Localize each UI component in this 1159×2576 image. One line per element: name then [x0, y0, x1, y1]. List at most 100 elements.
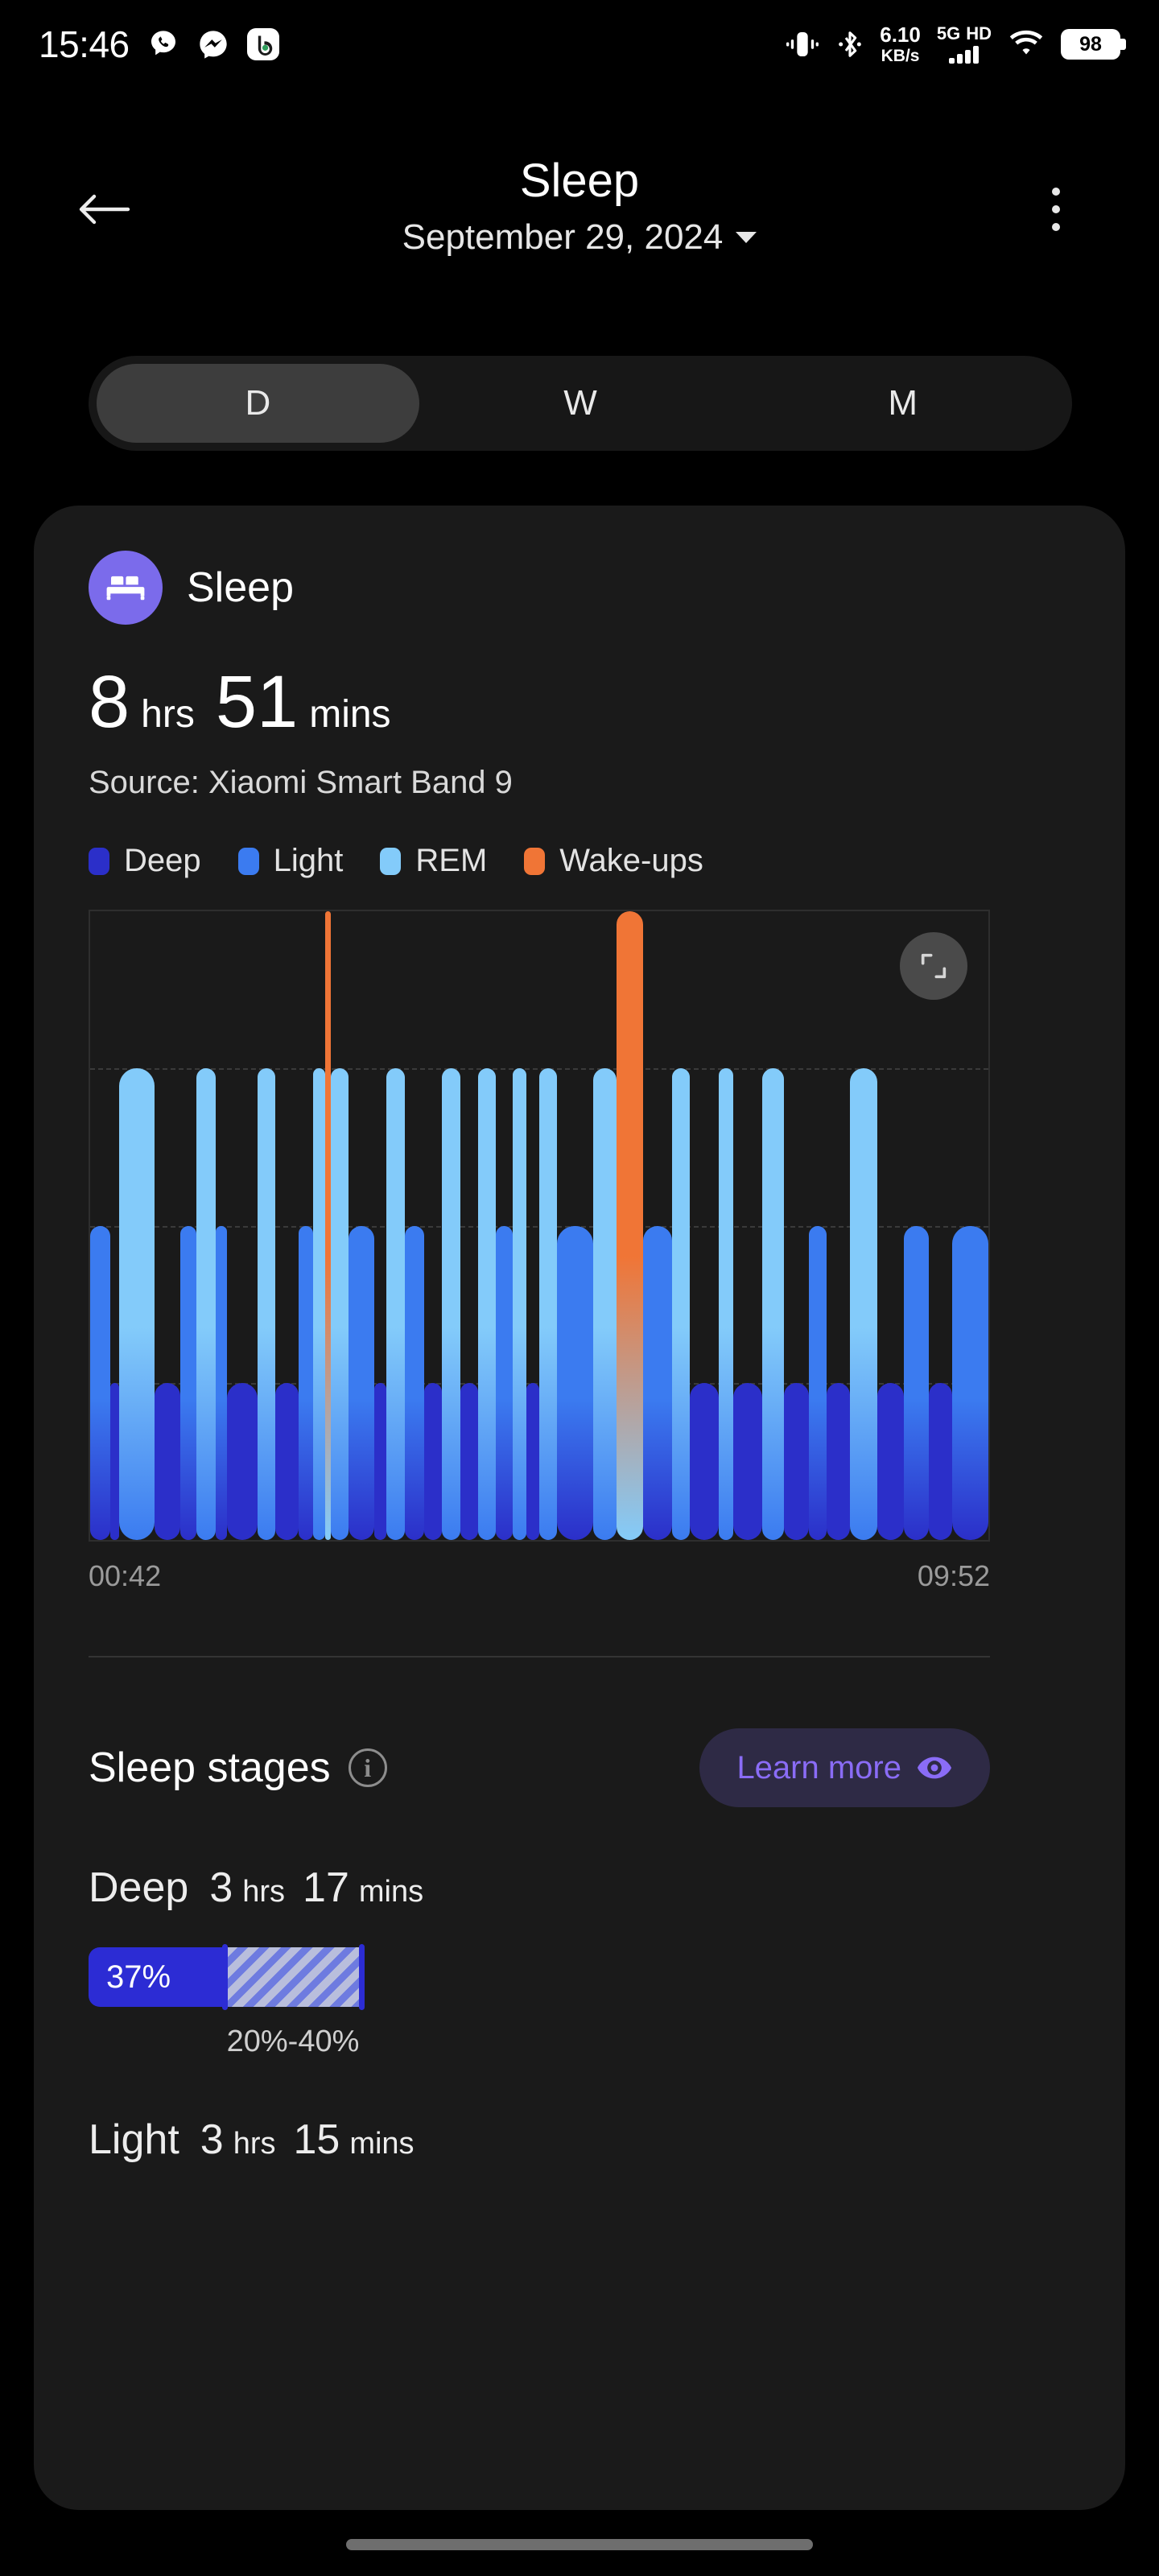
sleep-stage-segment: [424, 1382, 443, 1540]
tab-week[interactable]: W: [419, 364, 742, 443]
status-time: 15:46: [39, 23, 130, 65]
sleep-stage-segment: [512, 1068, 527, 1540]
sleep-card-header: Sleep: [89, 551, 1070, 625]
sleep-stage-segment: [386, 1068, 405, 1540]
sleep-stage-segment: [672, 1068, 691, 1540]
home-indicator[interactable]: [346, 2539, 813, 2550]
chevron-down-icon: [736, 231, 757, 243]
header-center: Sleep September 29, 2024: [0, 153, 1159, 258]
sleep-stage-segment: [257, 1068, 275, 1540]
sleep-stage-segment: [733, 1382, 762, 1540]
sleep-hypnogram-chart: [89, 910, 990, 1542]
overflow-menu-button[interactable]: [1024, 174, 1088, 245]
sleep-stage-segment: [478, 1068, 497, 1540]
deep-range-label: 20%-40%: [226, 2025, 360, 2058]
sleep-card: Sleep 8 hrs 51 mins Source: Xiaomi Smart…: [34, 506, 1125, 2510]
sleep-card-title: Sleep: [187, 564, 294, 611]
data-source: Source: Xiaomi Smart Band 9: [89, 765, 513, 800]
sleep-stage-segment: [312, 1068, 326, 1540]
sleep-stage-segment: [690, 1382, 720, 1540]
sleep-stage-segment: [90, 1225, 110, 1540]
duration-minutes: 51: [215, 661, 299, 743]
axis-start-time: 00:42: [89, 1559, 162, 1592]
sleep-stage-segment: [404, 1225, 425, 1540]
legend-item-wakeups: Wake-ups: [524, 843, 703, 879]
sleep-stage-segment: [952, 1225, 988, 1540]
sleep-stage-segment: [827, 1382, 851, 1540]
network-type-label: 5G: [936, 23, 961, 43]
period-tabs: D W M: [89, 356, 1072, 451]
sleep-stage-segment: [719, 1068, 734, 1540]
stage-row-light: Light 3 hrs 15 mins: [89, 2116, 1070, 2164]
sleep-stage-segment: [331, 1068, 349, 1540]
stage-minutes: 15: [293, 2116, 340, 2163]
stage-minutes-unit: mins: [349, 2127, 415, 2161]
selected-date: September 29, 2024: [402, 217, 724, 257]
vibrate-icon: [786, 32, 819, 56]
page-header: Sleep September 29, 2024: [0, 153, 1159, 290]
sleep-stage-segment: [876, 1382, 905, 1540]
duration-hours: 8: [89, 661, 130, 743]
sleep-stage-segment: [496, 1225, 513, 1540]
sleep-stages-title: Sleep stages: [89, 1744, 331, 1791]
sleep-stage-segment: [179, 1225, 196, 1540]
sleep-stage-segment: [761, 1068, 784, 1540]
stage-minutes: 17: [303, 1864, 349, 1911]
duration-minutes-unit: mins: [309, 693, 391, 736]
chart-bars: [90, 911, 988, 1540]
signal-bars-icon: [949, 46, 980, 64]
stage-hours: 3: [209, 1864, 233, 1911]
sleep-stage-segment: [783, 1382, 809, 1540]
date-selector[interactable]: September 29, 2024: [402, 217, 757, 258]
chart-time-axis: 00:42 09:52: [89, 1559, 990, 1593]
learn-more-button[interactable]: Learn more: [699, 1728, 990, 1807]
app-icon: [246, 28, 279, 60]
sleep-stage-segment: [808, 1225, 827, 1540]
deep-percent-bar: 37%: [89, 1944, 497, 2010]
sleep-stage-segment: [526, 1382, 539, 1540]
sleep-stage-segment: [442, 1068, 460, 1540]
deep-percent-label: 37%: [106, 1959, 171, 1995]
status-bar: 15:46 6.10 KB/s 5G HD 98: [0, 0, 1159, 89]
sleep-stage-segment: [109, 1382, 119, 1540]
learn-more-label: Learn more: [736, 1749, 901, 1785]
sleep-stage-segment: [592, 1068, 617, 1540]
status-bar-left: 15:46: [39, 23, 279, 66]
more-vertical-icon: [1052, 188, 1060, 196]
deep-normal-range-zone: [225, 1947, 361, 2007]
legend-item-deep: Deep: [89, 843, 201, 879]
stage-minutes-unit: mins: [358, 1875, 424, 1909]
bluetooth-icon: [839, 31, 862, 57]
sleep-stage-segment: [929, 1382, 953, 1540]
range-max-tick: [358, 1944, 365, 2010]
chart-legend: Deep Light REM Wake-ups: [89, 843, 1070, 879]
sleep-stage-segment: [216, 1225, 227, 1540]
info-icon[interactable]: i: [348, 1748, 387, 1787]
bed-icon: [89, 551, 163, 625]
stage-name: Light: [89, 2116, 179, 2163]
sleep-stage-segment: [298, 1225, 313, 1540]
tab-day[interactable]: D: [97, 364, 419, 443]
page-title: Sleep: [519, 155, 640, 207]
range-min-tick: [222, 1944, 229, 2010]
stage-name: Deep: [89, 1864, 189, 1911]
battery-indicator: 98: [1061, 29, 1126, 60]
sleep-stage-segment: [226, 1382, 258, 1540]
more-vertical-icon: [1052, 223, 1060, 231]
sleep-stage-segment: [904, 1225, 930, 1540]
expand-fullscreen-icon[interactable]: [900, 932, 967, 1000]
stage-hours-unit: hrs: [233, 2127, 276, 2161]
more-vertical-icon: [1052, 205, 1060, 213]
network-speed-unit: KB/s: [881, 47, 920, 65]
eye-icon: [917, 1757, 952, 1779]
sleep-stage-segment: [616, 911, 644, 1540]
duration-hours-unit: hrs: [141, 693, 195, 736]
stage-hours-unit: hrs: [242, 1875, 286, 1909]
wifi-icon: [1009, 30, 1043, 55]
sleep-detail-screen: 15:46 6.10 KB/s 5G HD 98 Sleep September…: [0, 0, 1159, 2576]
tab-month[interactable]: M: [741, 364, 1064, 443]
sleep-stage-segment: [460, 1382, 479, 1540]
legend-item-rem: REM: [380, 843, 487, 879]
sleep-stage-segment: [196, 1068, 217, 1540]
sleep-stage-segment: [850, 1068, 877, 1540]
